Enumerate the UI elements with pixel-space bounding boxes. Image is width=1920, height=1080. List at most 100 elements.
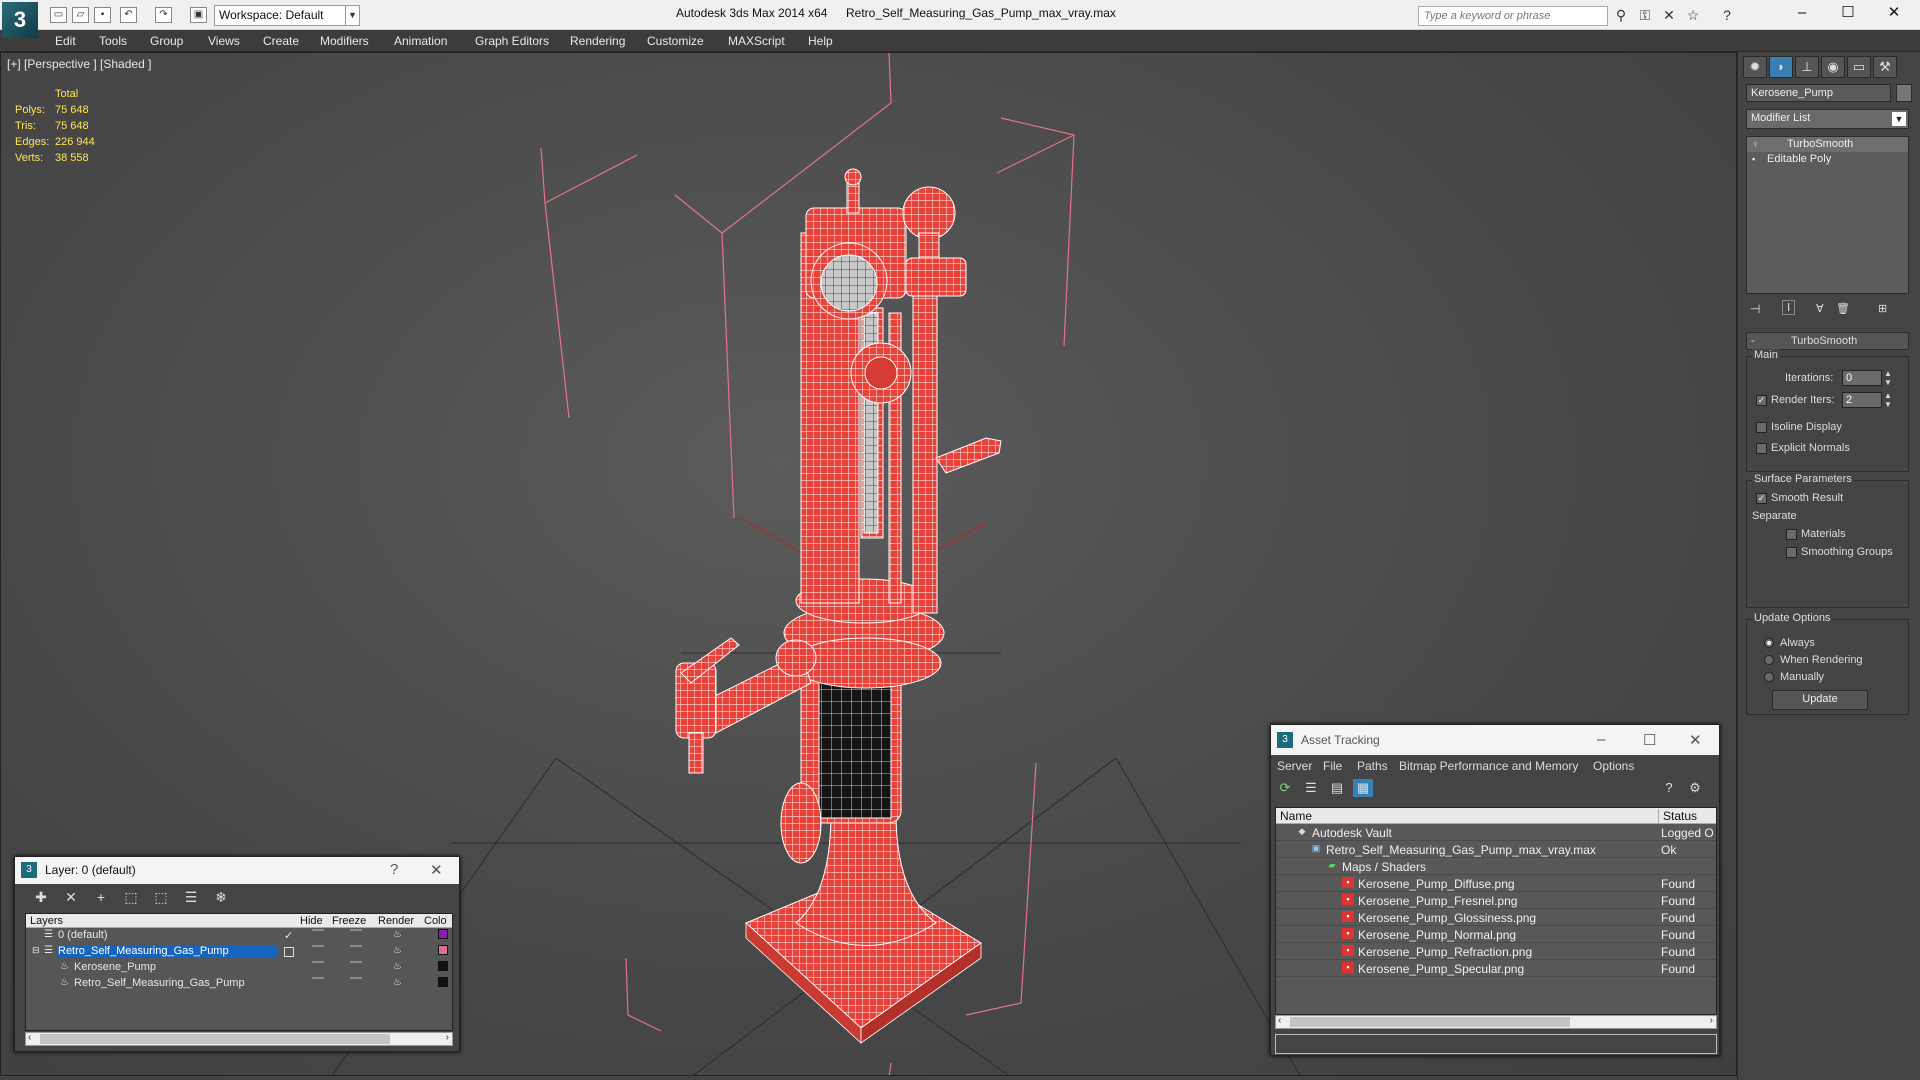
- turbosmooth-rollout-header[interactable]: - TurboSmooth: [1746, 332, 1909, 350]
- hide-toggle[interactable]: [312, 977, 324, 979]
- menu-graph-editors[interactable]: Graph Editors: [475, 34, 549, 48]
- make-unique-icon[interactable]: ∀: [1816, 302, 1824, 315]
- table-row[interactable]: ▣ Retro_Self_Measuring_Gas_Pump_max_vray…: [1276, 841, 1716, 858]
- configure-sets-icon[interactable]: ⊞: [1878, 302, 1887, 315]
- table-row[interactable]: ▪ Kerosene_Pump_Refraction.png Found: [1276, 943, 1716, 960]
- asset-dialog-titlebar[interactable]: 3 Asset Tracking – ☐ ✕: [1271, 725, 1719, 755]
- subscription-icon[interactable]: ⚿: [1636, 7, 1654, 23]
- col-status[interactable]: Status: [1658, 809, 1697, 823]
- close-button[interactable]: ✕: [1872, 2, 1916, 26]
- modifier-list-dropdown[interactable]: Modifier List ▼: [1746, 109, 1909, 129]
- scroll-left-icon[interactable]: ‹: [28, 1032, 31, 1043]
- table-view-icon[interactable]: ▦: [1353, 779, 1373, 797]
- render-iters-spinner[interactable]: 2: [1842, 392, 1882, 408]
- menu-customize[interactable]: Customize: [647, 34, 704, 48]
- modify-tab-icon[interactable]: ◗: [1769, 56, 1793, 78]
- list-view-icon[interactable]: ☰: [1301, 779, 1321, 797]
- search-input[interactable]: Type a keyword or phrase: [1418, 6, 1608, 26]
- materials-checkbox[interactable]: [1786, 529, 1797, 540]
- motion-tab-icon[interactable]: ◉: [1821, 56, 1845, 78]
- asset-path-field[interactable]: [1275, 1034, 1717, 1054]
- minimize-button[interactable]: –: [1597, 731, 1605, 748]
- layer-color-swatch[interactable]: [438, 929, 448, 939]
- table-row[interactable]: ▪ Kerosene_Pump_Specular.png Found: [1276, 960, 1716, 977]
- display-tab-icon[interactable]: ▭: [1847, 56, 1871, 78]
- render-teapot-icon[interactable]: ♨: [393, 929, 402, 940]
- collapse-minus-icon[interactable]: ⊟: [32, 945, 40, 956]
- col-freeze[interactable]: Freeze: [332, 915, 366, 927]
- help-icon[interactable]: ?: [1718, 7, 1736, 23]
- active-layer-checkmark-icon[interactable]: ✓: [284, 929, 293, 942]
- isoline-display-checkbox[interactable]: [1756, 422, 1767, 433]
- render-teapot-icon[interactable]: ♨: [393, 977, 402, 988]
- table-row[interactable]: ▪ Kerosene_Pump_Fresnel.png Found: [1276, 892, 1716, 909]
- refresh-icon[interactable]: ⟳: [1275, 779, 1295, 797]
- expand-plus-icon[interactable]: ▪: [1752, 154, 1762, 164]
- freeze-toggle[interactable]: [350, 929, 362, 931]
- stack-item-editable-poly[interactable]: ▪ Editable Poly: [1747, 152, 1908, 167]
- utilities-tab-icon[interactable]: ⚒: [1873, 56, 1897, 78]
- menu-server[interactable]: Server: [1277, 759, 1312, 773]
- table-row[interactable]: ▪ Kerosene_Pump_Glossiness.png Found: [1276, 909, 1716, 926]
- render-teapot-icon[interactable]: ♨: [393, 961, 402, 972]
- layer-color-swatch[interactable]: [438, 945, 448, 955]
- communication-icon[interactable]: ✕: [1660, 7, 1678, 23]
- freeze-all-icon[interactable]: ❄: [211, 888, 231, 906]
- table-row[interactable]: ☰ 0 (default) ✓ ♨: [26, 928, 452, 944]
- maximize-button[interactable]: ☐: [1643, 731, 1656, 749]
- scroll-right-icon[interactable]: ›: [1710, 1015, 1713, 1026]
- binoculars-icon[interactable]: ⚲: [1612, 7, 1630, 23]
- table-row[interactable]: ♨ Retro_Self_Measuring_Gas_Pump ♨: [26, 976, 452, 992]
- help-button[interactable]: ?: [390, 861, 398, 878]
- table-row[interactable]: ▪ Kerosene_Pump_Normal.png Found: [1276, 926, 1716, 943]
- menu-maxscript[interactable]: MAXScript: [728, 34, 785, 48]
- lightbulb-icon[interactable]: ♀: [1752, 139, 1762, 149]
- table-row[interactable]: ▪ Kerosene_Pump_Diffuse.png Found: [1276, 875, 1716, 892]
- close-icon[interactable]: ✕: [1689, 731, 1702, 749]
- save-icon[interactable]: ▪: [94, 7, 111, 23]
- scroll-thumb[interactable]: [40, 1034, 390, 1044]
- minimize-button[interactable]: –: [1780, 2, 1824, 26]
- col-hide[interactable]: Hide: [300, 915, 323, 927]
- freeze-toggle[interactable]: [350, 961, 362, 963]
- hide-all-icon[interactable]: ☰: [181, 888, 201, 906]
- col-render[interactable]: Render: [378, 915, 414, 927]
- redo-icon[interactable]: ↷: [155, 7, 172, 23]
- thumbnail-view-icon[interactable]: ▤: [1327, 779, 1347, 797]
- new-file-icon[interactable]: ▭: [50, 7, 67, 23]
- hierarchy-tab-icon[interactable]: ⊥: [1795, 56, 1819, 78]
- col-name[interactable]: Name: [1280, 809, 1312, 823]
- menu-file[interactable]: File: [1323, 759, 1342, 773]
- close-icon[interactable]: ✕: [430, 861, 443, 879]
- favorites-star-icon[interactable]: ☆: [1684, 7, 1702, 23]
- remove-modifier-icon[interactable]: 🗑: [1836, 302, 1850, 315]
- layer-color-swatch[interactable]: [438, 977, 448, 987]
- scroll-left-icon[interactable]: ‹: [1278, 1015, 1281, 1026]
- create-layer-icon[interactable]: ✚: [31, 888, 51, 906]
- highlight-selected-icon[interactable]: ⬚: [151, 888, 171, 906]
- always-radio[interactable]: [1764, 638, 1774, 648]
- app-menu-button[interactable]: 3: [2, 2, 38, 38]
- freeze-toggle[interactable]: [350, 977, 362, 979]
- render-teapot-icon[interactable]: ♨: [393, 945, 402, 956]
- table-row[interactable]: ⊟ ☰ Retro_Self_Measuring_Gas_Pump ♨: [26, 944, 452, 960]
- iterations-spinner[interactable]: 0: [1842, 370, 1882, 386]
- table-row[interactable]: ♨ Kerosene_Pump ♨: [26, 960, 452, 976]
- modifier-stack[interactable]: ♀ TurboSmooth ▪ Editable Poly: [1746, 136, 1909, 294]
- menu-create[interactable]: Create: [263, 34, 299, 48]
- viewport-label[interactable]: [+] [Perspective ] [Shaded ]: [7, 57, 151, 71]
- menu-group[interactable]: Group: [150, 34, 183, 48]
- menu-animation[interactable]: Animation: [394, 34, 447, 48]
- help-question-icon[interactable]: ?: [1659, 779, 1679, 797]
- freeze-toggle[interactable]: [350, 945, 362, 947]
- table-row[interactable]: ◆ Autodesk Vault Logged O: [1276, 824, 1716, 841]
- menu-tools[interactable]: Tools: [99, 34, 127, 48]
- create-tab-icon[interactable]: ✹: [1743, 56, 1767, 78]
- scroll-thumb[interactable]: [1290, 1017, 1570, 1027]
- vault-help-icon[interactable]: ⚙: [1685, 779, 1705, 797]
- undo-icon[interactable]: ↶: [120, 7, 137, 23]
- horizontal-scrollbar[interactable]: ‹ ›: [25, 1032, 453, 1046]
- hide-toggle[interactable]: [312, 945, 324, 947]
- manually-radio[interactable]: [1764, 672, 1774, 682]
- table-row[interactable]: ▰ Maps / Shaders: [1276, 858, 1716, 875]
